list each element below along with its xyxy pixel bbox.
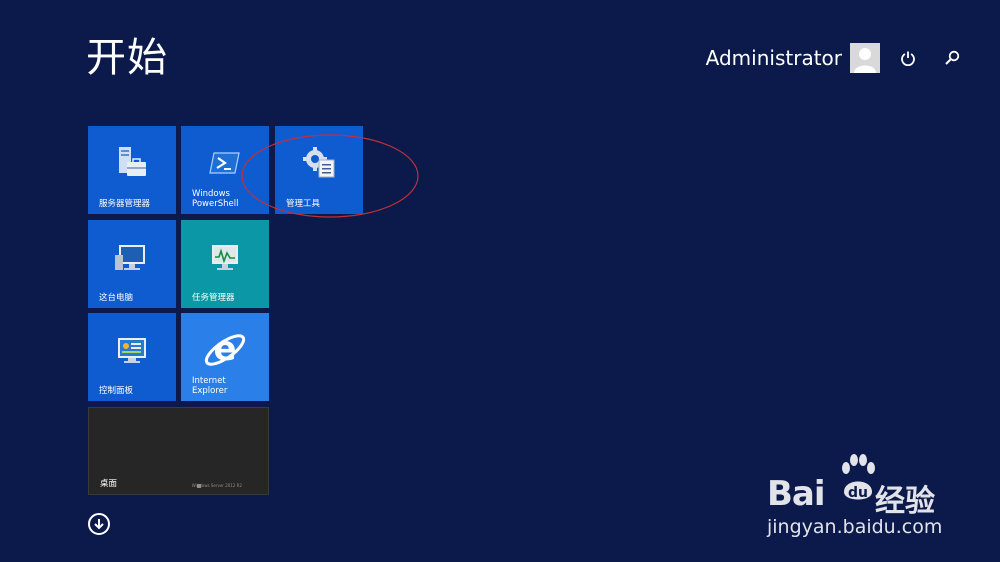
watermark-brand: Bai bbox=[767, 474, 826, 514]
watermark-url: jingyan.baidu.com bbox=[767, 516, 943, 538]
tile-desktop[interactable]: 桌面 Windows Server 2012 R2 bbox=[88, 407, 269, 495]
task-manager-icon bbox=[212, 244, 238, 270]
start-title: 开始 bbox=[86, 35, 168, 81]
tile-label: 服务器管理器 bbox=[99, 199, 151, 209]
desktop-sublabel: Windows Server 2012 R2 bbox=[191, 483, 242, 488]
search-icon bbox=[945, 50, 960, 65]
control-panel-icon bbox=[118, 337, 146, 363]
user-avatar-icon[interactable] bbox=[850, 43, 880, 73]
tile-label: 管理工具 bbox=[286, 199, 321, 209]
this-pc-icon bbox=[115, 244, 145, 270]
tile-label: 任务管理器 bbox=[192, 293, 235, 303]
tile-this-pc[interactable]: 这台电脑 bbox=[88, 220, 176, 308]
scroll-down-button[interactable] bbox=[88, 513, 110, 535]
paw-icon: du bbox=[842, 454, 875, 501]
tile-task-manager[interactable]: 任务管理器 bbox=[181, 220, 269, 308]
tile-powershell[interactable]: Windows PowerShell bbox=[181, 126, 269, 214]
search-button[interactable] bbox=[939, 45, 965, 71]
baidu-jingyan-watermark: Bai du 经验 jingyan.baidu.com bbox=[767, 452, 977, 542]
user-name[interactable]: Administrator bbox=[706, 42, 842, 74]
tile-label: 这台电脑 bbox=[99, 293, 134, 303]
powershell-icon bbox=[209, 152, 240, 174]
tile-control-panel[interactable]: 控制面板 bbox=[88, 313, 176, 401]
admin-tools-icon bbox=[303, 146, 335, 178]
tile-internet-explorer[interactable]: e Internet Explorer bbox=[181, 313, 269, 401]
user-area[interactable]: Administrator bbox=[706, 42, 880, 74]
arrow-down-circle-icon bbox=[94, 518, 104, 529]
tile-label: 控制面板 bbox=[99, 386, 134, 396]
tile-admin-tools[interactable]: 管理工具 bbox=[275, 126, 363, 214]
power-icon bbox=[901, 51, 915, 66]
watermark-jingyan: 经验 bbox=[875, 484, 935, 519]
tile-label: 桌面 bbox=[100, 479, 118, 489]
ie-icon: e bbox=[204, 329, 246, 369]
server-manager-icon bbox=[119, 146, 146, 176]
svg-text:e: e bbox=[213, 329, 236, 369]
paw-text: du bbox=[848, 485, 868, 501]
tile-server-manager[interactable]: 服务器管理器 bbox=[88, 126, 176, 214]
tile-label: Windows PowerShell bbox=[192, 189, 239, 209]
tile-label: Internet Explorer bbox=[192, 376, 228, 396]
power-button[interactable] bbox=[895, 45, 921, 71]
